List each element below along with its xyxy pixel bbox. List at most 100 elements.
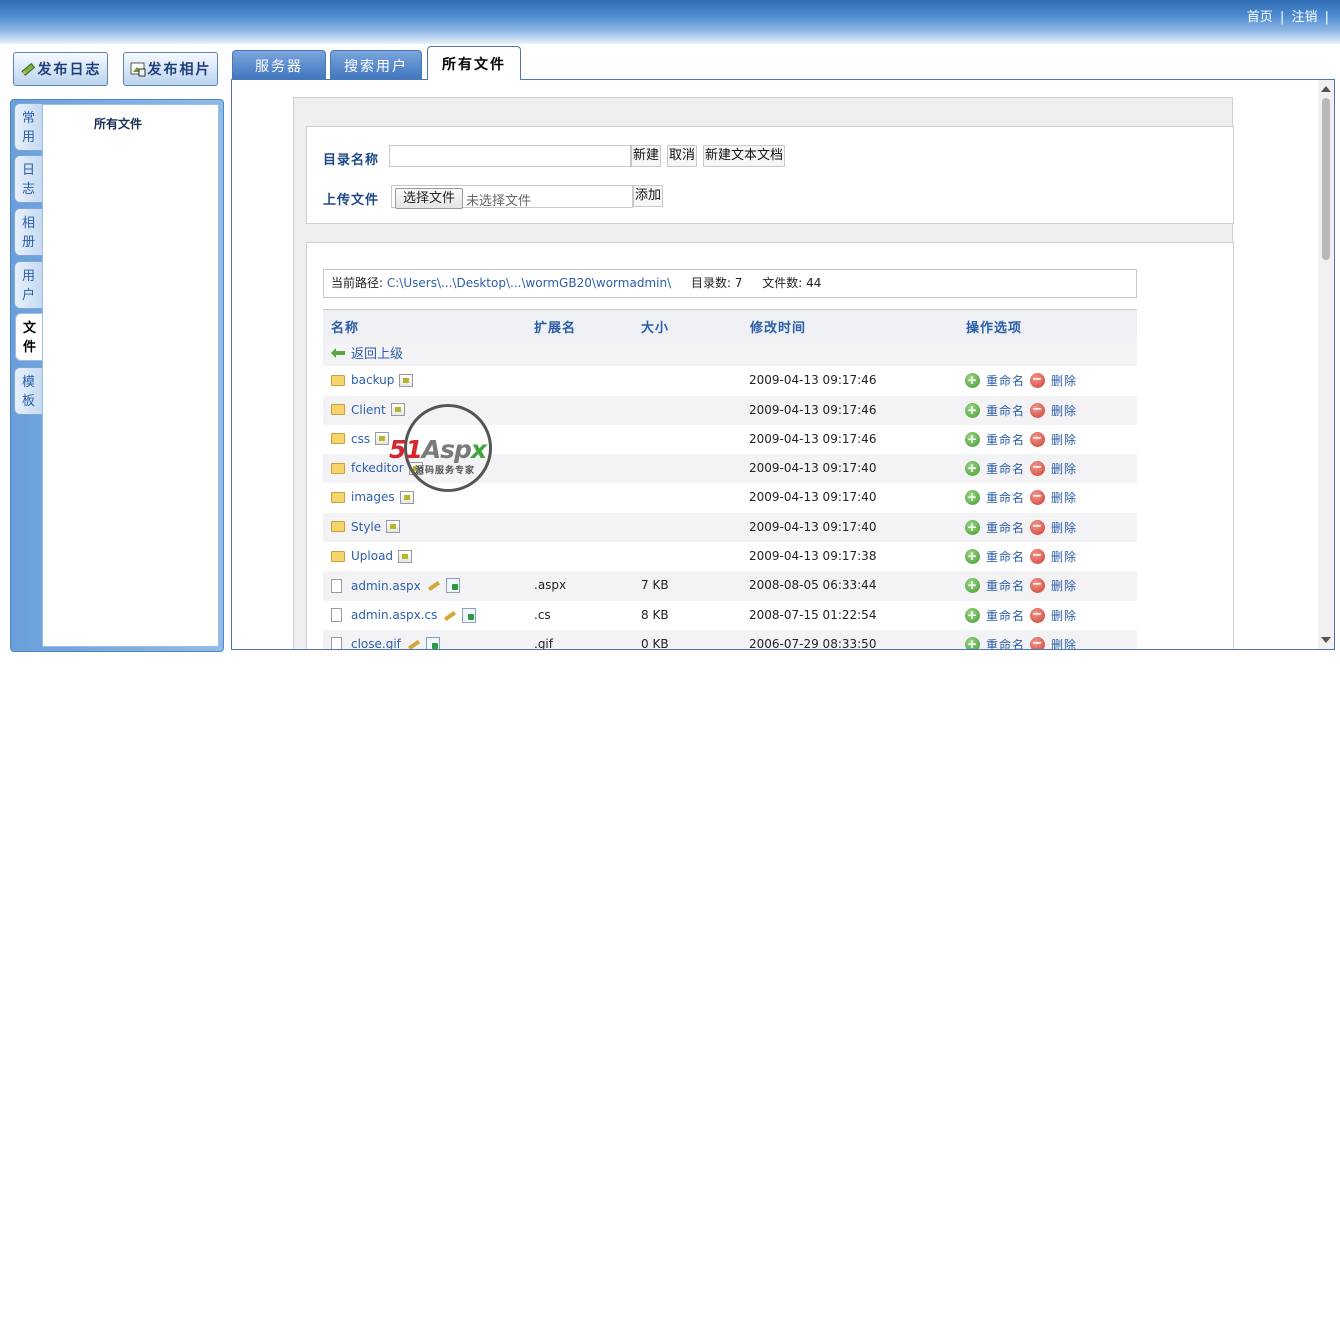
side-tab-album[interactable]: 相册 (14, 208, 42, 256)
rename-link[interactable]: 重命名 (986, 577, 1025, 594)
delete-link[interactable]: 删除 (1051, 577, 1077, 594)
rename-link[interactable]: 重命名 (986, 519, 1025, 536)
delete-link[interactable]: 删除 (1051, 489, 1077, 506)
name-cell[interactable]: Style (331, 520, 401, 534)
delete-link[interactable]: 删除 (1051, 460, 1077, 477)
delete-link[interactable]: 删除 (1051, 607, 1077, 624)
browse-icon[interactable] (390, 403, 405, 417)
side-tab-log[interactable]: 日志 (14, 155, 42, 203)
edit-icon[interactable] (406, 637, 422, 649)
item-name[interactable]: images (351, 490, 395, 504)
rename-link[interactable]: 重命名 (986, 431, 1025, 448)
name-cell[interactable]: Upload (331, 549, 413, 563)
dir-name-input[interactable] (389, 145, 631, 167)
browse-icon[interactable] (399, 490, 414, 504)
minus-icon[interactable]: − (1030, 636, 1046, 649)
scroll-thumb[interactable] (1322, 98, 1330, 260)
minus-icon[interactable]: − (1030, 373, 1046, 389)
delete-link[interactable]: 删除 (1051, 402, 1077, 419)
minus-icon[interactable]: − (1030, 549, 1046, 565)
browse-icon[interactable] (399, 373, 414, 387)
side-tab-label: 模板 (21, 375, 35, 409)
rename-link[interactable]: 重命名 (986, 489, 1025, 506)
name-cell[interactable]: admin.aspx (331, 578, 460, 594)
minus-icon[interactable]: − (1030, 519, 1046, 535)
item-name[interactable]: backup (351, 373, 394, 387)
new-button[interactable]: 新建 (631, 145, 662, 167)
plus-icon[interactable]: + (965, 549, 980, 565)
edit-icon[interactable] (426, 578, 442, 593)
tab-search-user[interactable]: 搜索用户 (330, 50, 422, 80)
item-name[interactable]: admin.aspx.cs (351, 608, 437, 622)
plus-icon[interactable]: + (965, 490, 980, 506)
download-icon[interactable] (425, 636, 440, 649)
rename-link[interactable]: 重命名 (986, 548, 1025, 565)
plus-icon[interactable]: + (965, 431, 980, 447)
item-name[interactable]: admin.aspx (351, 579, 421, 593)
name-cell[interactable]: close.gif (331, 636, 440, 649)
plus-icon[interactable]: + (965, 402, 980, 418)
watermark-brand: 51Aspx (389, 435, 519, 464)
rename-link[interactable]: 重命名 (986, 636, 1025, 649)
logout-link[interactable]: 注销 (1291, 10, 1317, 25)
post-log-button[interactable]: 发布日志 (13, 52, 108, 86)
plus-icon[interactable]: + (965, 373, 980, 389)
item-name[interactable]: Style (351, 520, 381, 534)
side-tab-common[interactable]: 常用 (14, 103, 42, 151)
browse-icon[interactable] (398, 549, 413, 563)
sidebar-content: 所有文件 (42, 104, 219, 647)
plus-icon[interactable]: + (965, 519, 980, 535)
edit-icon[interactable] (442, 608, 458, 623)
scroll-up-arrow-icon[interactable] (1321, 86, 1331, 92)
delete-link[interactable]: 删除 (1051, 372, 1077, 389)
name-cell[interactable]: images (331, 490, 414, 504)
tab-server[interactable]: 服务器 (232, 50, 326, 80)
item-name[interactable]: close.gif (351, 637, 401, 649)
minus-icon[interactable]: − (1030, 578, 1046, 594)
plus-icon[interactable]: + (965, 636, 980, 649)
minus-icon[interactable]: − (1030, 490, 1046, 506)
back-link[interactable]: 返回上级 (331, 343, 403, 362)
browse-icon[interactable] (375, 432, 390, 446)
rename-link[interactable]: 重命名 (986, 372, 1025, 389)
item-name[interactable]: css (351, 432, 370, 446)
rename-link[interactable]: 重命名 (986, 607, 1025, 624)
name-cell[interactable]: css (331, 432, 390, 446)
side-tab-template[interactable]: 模板 (14, 367, 42, 415)
choose-file-button[interactable]: 选择文件 (395, 188, 464, 209)
rename-link[interactable]: 重命名 (986, 402, 1025, 419)
plus-icon[interactable]: + (965, 607, 980, 623)
side-tab-user[interactable]: 用户 (14, 261, 42, 309)
name-cell[interactable]: backup (331, 373, 414, 387)
file-input[interactable]: 选择文件 未选择文件 (391, 185, 633, 209)
name-cell[interactable]: admin.aspx.cs (331, 607, 477, 623)
post-photo-button[interactable]: 发布相片 (123, 52, 218, 86)
scroll-down-arrow-icon[interactable] (1321, 637, 1331, 643)
rename-link[interactable]: 重命名 (986, 460, 1025, 477)
minus-icon[interactable]: − (1030, 461, 1046, 477)
add-button[interactable]: 添加 (633, 185, 664, 207)
plus-icon[interactable]: + (965, 578, 980, 594)
delete-link[interactable]: 删除 (1051, 431, 1077, 448)
plus-icon[interactable]: + (965, 461, 980, 477)
side-tab-label: 用户 (21, 269, 35, 303)
tab-all-files[interactable]: 所有文件 (427, 46, 521, 80)
side-tab-file[interactable]: 文件 (15, 313, 43, 361)
browse-icon[interactable] (386, 520, 401, 534)
minus-icon[interactable]: − (1030, 607, 1046, 623)
cancel-button[interactable]: 取消 (667, 145, 698, 167)
new-text-doc-button[interactable]: 新建文本文档 (703, 145, 786, 167)
item-name[interactable]: Upload (351, 549, 393, 563)
delete-link[interactable]: 删除 (1051, 519, 1077, 536)
vertical-scrollbar[interactable] (1318, 80, 1334, 649)
name-cell[interactable]: Client (331, 403, 405, 417)
home-link[interactable]: 首页 (1247, 10, 1273, 25)
download-icon[interactable] (462, 607, 477, 623)
minus-icon[interactable]: − (1030, 402, 1046, 418)
delete-link[interactable]: 删除 (1051, 548, 1077, 565)
item-name[interactable]: Client (351, 403, 386, 417)
size-cell: 8 KB (641, 607, 669, 622)
download-icon[interactable] (445, 578, 460, 594)
minus-icon[interactable]: − (1030, 431, 1046, 447)
delete-link[interactable]: 删除 (1051, 636, 1077, 649)
